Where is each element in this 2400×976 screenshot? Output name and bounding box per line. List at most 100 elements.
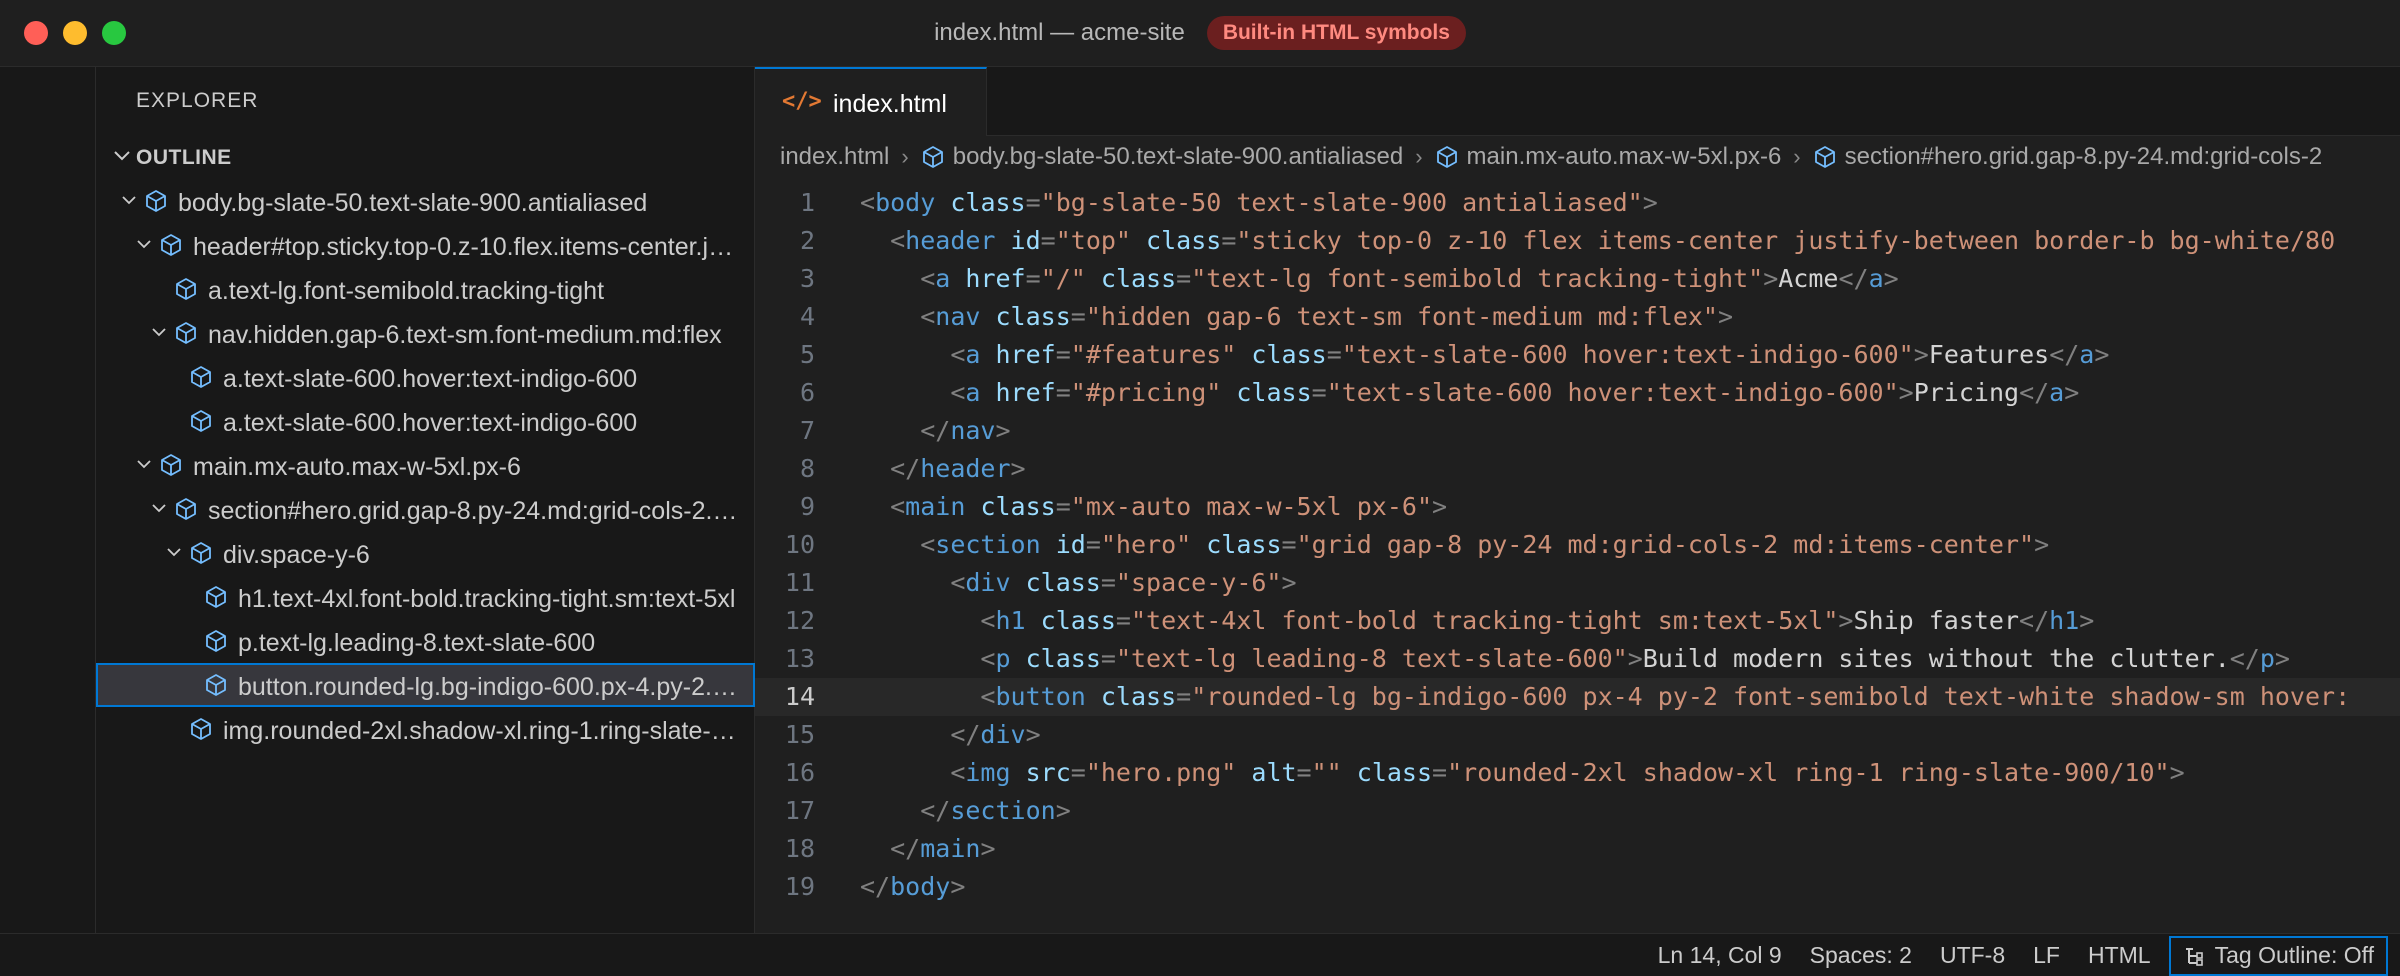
code-token: > <box>2094 340 2110 369</box>
element-symbol-icon <box>191 542 211 564</box>
code-token: > <box>1010 454 1026 483</box>
code-text: </nav> <box>860 412 1011 450</box>
code-line[interactable]: 12 <h1 class="text-4xl font-bold trackin… <box>755 602 2400 640</box>
code-token: > <box>995 416 1011 445</box>
element-symbol-icon <box>206 630 226 652</box>
outline-item-label: div.space-y-6 <box>223 541 370 569</box>
code-token: = <box>1176 682 1192 711</box>
code-line[interactable]: 2 <header id="top" class="sticky top-0 z… <box>755 222 2400 260</box>
code-line[interactable]: 1 <body class="bg-slate-50 text-slate-900… <box>755 184 2400 222</box>
code-line[interactable]: 14 <button class="rounded-lg bg-indigo-6… <box>755 678 2400 716</box>
line-ending-setting[interactable]: LF <box>2019 934 2074 976</box>
outline-tree: body.bg-slate-50.text-slate-900.antialia… <box>96 179 755 751</box>
chevron-down-icon[interactable] <box>148 497 170 519</box>
outline-item[interactable]: nav.hidden.gap-6.text-sm.font-medium.md:… <box>96 311 755 355</box>
outline-item-label: a.text-slate-600.hover:text-indigo-600 <box>223 409 638 437</box>
tab-index-html[interactable]: </> index.html <box>755 67 987 136</box>
breadcrumb-item[interactable]: main.mx-auto.max-w-5xl.px-6 <box>1435 143 1781 171</box>
code-line[interactable]: 7 </nav> <box>755 412 2400 450</box>
code-text: <img src="hero.png" alt="" class="rounde… <box>860 754 2184 792</box>
code-token: < <box>980 682 996 711</box>
code-token: div <box>965 568 1011 597</box>
outline-item[interactable]: a.text-slate-600.hover:text-indigo-600 <box>96 355 755 399</box>
code-token: > <box>1898 378 1914 407</box>
outline-item-label: button.rounded-lg.bg-indigo-600.px-4.py-… <box>238 673 741 701</box>
cursor-position[interactable]: Ln 14, Col 9 <box>1644 934 1796 976</box>
code-token: "text-lg leading-8 text-slate-600" <box>1115 644 1628 673</box>
outline-item[interactable]: header#top.sticky.top-0.z-10.flex.items-… <box>96 223 755 267</box>
code-token: > <box>1883 264 1899 293</box>
outline-item[interactable]: a.text-lg.font-semibold.tracking-tight <box>96 267 755 311</box>
code-line[interactable]: 8 </header> <box>755 450 2400 488</box>
element-symbol-icon <box>146 190 166 212</box>
code-token: class <box>1100 264 1177 293</box>
code-token: body <box>875 188 936 217</box>
code-line[interactable]: 19 </body> <box>755 868 2400 906</box>
editor: </> index.html index.html › body.bg-slate-… <box>755 67 2400 933</box>
code-token: = <box>1025 188 1041 217</box>
code-line[interactable]: 9 <main class="mx-auto max-w-5xl px-6"> <box>755 488 2400 526</box>
encoding-setting[interactable]: UTF-8 <box>1926 934 2019 976</box>
code-token: nav <box>950 416 996 445</box>
code-token: </ <box>2049 340 2080 369</box>
element-symbol-icon <box>176 278 196 300</box>
outline-item[interactable]: img.rounded-2xl.shadow-xl.ring-1.ring-sl… <box>96 707 755 751</box>
outline-item[interactable]: h1.text-4xl.font-bold.tracking-tight.sm:… <box>96 575 755 619</box>
code-token: "hero.png" <box>1085 758 1237 787</box>
code-line[interactable]: 16 <img src="hero.png" alt="" class="rou… <box>755 754 2400 792</box>
code-line[interactable]: 5 <a href="#features" class="text-slate-… <box>755 336 2400 374</box>
code-line[interactable]: 17 </section> <box>755 792 2400 830</box>
language-mode[interactable]: HTML <box>2074 934 2165 976</box>
chevron-down-icon[interactable] <box>133 233 155 255</box>
breadcrumb-separator: › <box>901 144 909 169</box>
code-line[interactable]: 18 </main> <box>755 830 2400 868</box>
line-number: 18 <box>784 834 815 863</box>
breadcrumb-item[interactable]: index.html <box>780 143 889 171</box>
breadcrumb-item[interactable]: section#hero.grid.gap-8.py-24.md:grid-co… <box>1813 143 2322 171</box>
code-token: "rounded-lg bg-indigo-600 px-4 py-2 font… <box>1191 682 2351 711</box>
code-line[interactable]: 13 <p class="text-lg leading-8 text-slat… <box>755 640 2400 678</box>
symbols-badge: Built-in HTML symbols <box>1206 16 1466 50</box>
outline-item[interactable]: a.text-slate-600.hover:text-indigo-600 <box>96 399 755 443</box>
chevron-down-icon[interactable] <box>133 453 155 475</box>
code-token: < <box>980 606 996 635</box>
code-editor[interactable]: 1 <body class="bg-slate-50 text-slate-900… <box>755 184 2400 906</box>
outline-item[interactable]: section#hero.grid.gap-8.py-24.md:grid-co… <box>96 487 755 531</box>
code-line[interactable]: 3 <a href="/" class="text-lg font-semibo… <box>755 260 2400 298</box>
outline-item[interactable]: div.space-y-6 <box>96 531 755 575</box>
chevron-down-icon[interactable] <box>163 541 185 563</box>
outline-item[interactable]: main.mx-auto.max-w-5xl.px-6 <box>96 443 755 487</box>
code-token: > <box>1025 720 1041 749</box>
chevron-down-icon[interactable] <box>148 321 170 343</box>
code-line[interactable]: 6 <a href="#pricing" class="text-slate-6… <box>755 374 2400 412</box>
title-bar: index.html — acme-site Built-in HTML sym… <box>0 0 2400 67</box>
code-line[interactable]: 15 </div> <box>755 716 2400 754</box>
outline-item[interactable]: button.rounded-lg.bg-indigo-600.px-4.py-… <box>96 663 755 707</box>
line-number: 11 <box>784 568 815 597</box>
code-line[interactable]: 11 <div class="space-y-6"> <box>755 564 2400 602</box>
code-token: Ship faster <box>1853 606 2020 635</box>
indentation-setting[interactable]: Spaces: 2 <box>1796 934 1926 976</box>
chevron-down-icon[interactable] <box>118 189 140 211</box>
element-symbol-icon <box>1436 146 1457 168</box>
code-line[interactable]: 10 <section id="hero" class="grid gap-8 … <box>755 526 2400 564</box>
outline-item[interactable]: body.bg-slate-50.text-slate-900.antialia… <box>96 179 755 223</box>
tag-outline-toggle[interactable]: Tag Outline: Off <box>2168 935 2388 976</box>
element-symbol-icon <box>922 146 943 168</box>
code-token: href <box>995 378 1056 407</box>
outline-section-header[interactable]: OUTLINE <box>96 137 755 177</box>
breadcrumb-item[interactable]: body.bg-slate-50.text-slate-900.antialia… <box>921 143 1403 171</box>
code-token: "hero" <box>1100 530 1192 559</box>
code-token: class <box>1146 226 1222 255</box>
sidebar: EXPLORER OUTLINE body.bg-slate-50.text-s… <box>96 67 755 933</box>
outline-item[interactable]: p.text-lg.leading-8.text-slate-600 <box>96 619 755 663</box>
code-token: < <box>950 340 966 369</box>
code-token: href <box>995 340 1056 369</box>
status-bar: Ln 14, Col 9 Spaces: 2 UTF-8 LF HTML Tag… <box>0 933 2400 976</box>
code-line[interactable]: 4 <nav class="hidden gap-6 text-sm font-… <box>755 298 2400 336</box>
line-number: 7 <box>799 416 815 445</box>
